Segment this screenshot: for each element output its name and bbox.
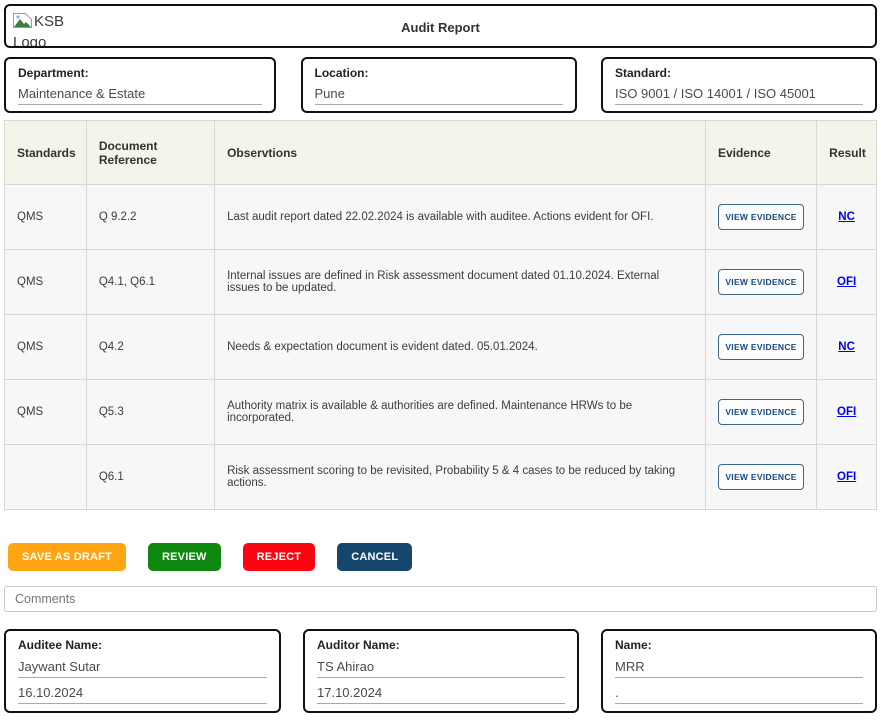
auditee-name-input[interactable] <box>18 658 267 678</box>
location-input[interactable] <box>315 85 563 105</box>
table-row: QMS Q4.2 Needs & expectation document is… <box>5 315 877 380</box>
cell-observation: Needs & expectation document is evident … <box>215 315 706 380</box>
result-link[interactable]: OFI <box>837 471 856 483</box>
reviewer-signature-box: Name: <box>601 629 877 713</box>
table-row: QMS Q5.3 Authority matrix is available &… <box>5 380 877 445</box>
department-input[interactable] <box>18 85 262 105</box>
table-row: Q6.1 Risk assessment scoring to be revis… <box>5 445 877 510</box>
cell-document-reference: Q5.3 <box>86 380 214 445</box>
actions-row: SAVE AS DRAFT REVIEW REJECT CANCEL <box>8 543 877 571</box>
cell-document-reference: Q 9.2.2 <box>86 185 214 250</box>
auditee-signature-box: Auditee Name: <box>4 629 281 713</box>
signatures-row: Auditee Name: Auditor Name: Name: <box>4 629 877 713</box>
cell-document-reference: Q6.1 <box>86 445 214 510</box>
audit-report-page: KSB Logo Audit Report Department: Locati… <box>0 0 881 723</box>
reviewer-name-label: Name: <box>615 638 863 652</box>
auditor-date-input[interactable] <box>317 684 565 704</box>
result-link[interactable]: NC <box>838 341 855 353</box>
result-link[interactable]: OFI <box>837 406 856 418</box>
cell-observation: Risk assessment scoring to be revisited,… <box>215 445 706 510</box>
result-link[interactable]: NC <box>838 211 855 223</box>
column-header-document-reference: Document Reference <box>86 121 214 185</box>
top-fields-row: Department: Location: Standard: <box>4 57 877 113</box>
cell-standard: QMS <box>5 250 87 315</box>
cell-observation: Last audit report dated 22.02.2024 is av… <box>215 185 706 250</box>
view-evidence-button[interactable]: VIEW EVIDENCE <box>718 399 804 425</box>
audit-observations-table: Standards Document Reference Observtions… <box>4 120 877 510</box>
auditor-name-input[interactable] <box>317 658 565 678</box>
view-evidence-button[interactable]: VIEW EVIDENCE <box>718 334 804 360</box>
report-header: KSB Logo Audit Report <box>4 4 877 48</box>
column-header-observations: Observtions <box>215 121 706 185</box>
standard-field-box: Standard: <box>601 57 877 113</box>
auditor-signature-box: Auditor Name: <box>303 629 579 713</box>
location-field-box: Location: <box>301 57 577 113</box>
comments-section <box>4 586 877 612</box>
cell-standard: QMS <box>5 315 87 380</box>
standard-input[interactable] <box>615 85 863 105</box>
table-row: QMS Q4.1, Q6.1 Internal issues are defin… <box>5 250 877 315</box>
table-header-row: Standards Document Reference Observtions… <box>5 121 877 185</box>
cell-standard <box>5 445 87 510</box>
standard-label: Standard: <box>615 66 863 80</box>
view-evidence-button[interactable]: VIEW EVIDENCE <box>718 269 804 295</box>
result-link[interactable]: OFI <box>837 276 856 288</box>
cell-observation: Internal issues are defined in Risk asse… <box>215 250 706 315</box>
reviewer-date-input[interactable] <box>615 684 863 704</box>
cell-standard: QMS <box>5 380 87 445</box>
cell-document-reference: Q4.2 <box>86 315 214 380</box>
table-row: QMS Q 9.2.2 Last audit report dated 22.0… <box>5 185 877 250</box>
department-label: Department: <box>18 66 262 80</box>
reject-button[interactable]: REJECT <box>243 543 316 571</box>
cancel-button[interactable]: CANCEL <box>337 543 412 571</box>
view-evidence-button[interactable]: VIEW EVIDENCE <box>718 204 804 230</box>
location-label: Location: <box>315 66 563 80</box>
cell-observation: Authority matrix is available & authorit… <box>215 380 706 445</box>
comments-input[interactable] <box>4 586 877 612</box>
department-field-box: Department: <box>4 57 276 113</box>
page-title: Audit Report <box>6 20 875 35</box>
column-header-evidence: Evidence <box>705 121 816 185</box>
save-as-draft-button[interactable]: SAVE AS DRAFT <box>8 543 126 571</box>
column-header-standards: Standards <box>5 121 87 185</box>
column-header-result: Result <box>817 121 877 185</box>
auditee-date-input[interactable] <box>18 684 267 704</box>
cell-document-reference: Q4.1, Q6.1 <box>86 250 214 315</box>
reviewer-name-input[interactable] <box>615 658 863 678</box>
auditor-name-label: Auditor Name: <box>317 638 565 652</box>
review-button[interactable]: REVIEW <box>148 543 221 571</box>
auditee-name-label: Auditee Name: <box>18 638 267 652</box>
cell-standard: QMS <box>5 185 87 250</box>
view-evidence-button[interactable]: VIEW EVIDENCE <box>718 464 804 490</box>
